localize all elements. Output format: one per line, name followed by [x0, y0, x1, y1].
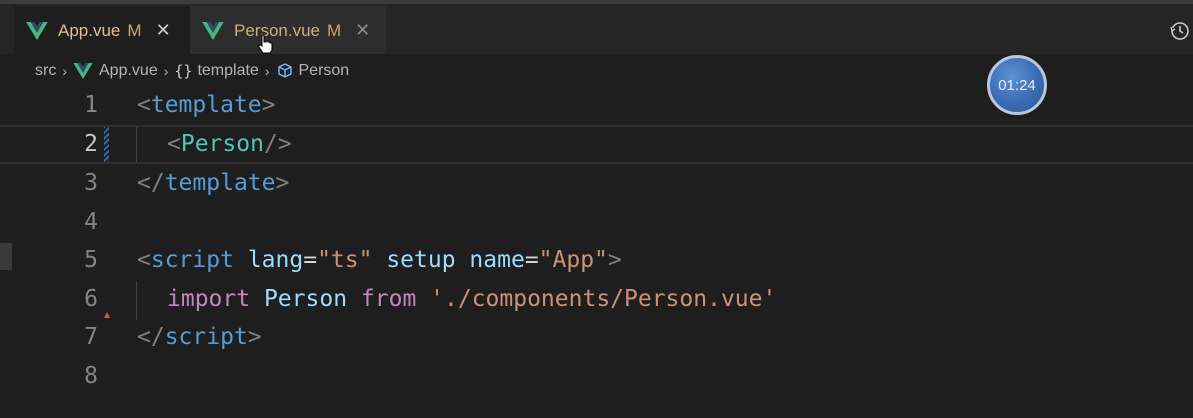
line-number: 2 — [84, 131, 98, 157]
chevron-right-icon: › — [62, 63, 67, 79]
vue-logo-icon — [26, 22, 48, 40]
code-line[interactable]: 5 <script lang="ts" setup name="App"> — [0, 241, 1193, 280]
breadcrumb-item-src[interactable]: src — [35, 62, 56, 80]
code-text: </template> — [137, 170, 290, 196]
code-line[interactable]: 4 — [0, 203, 1193, 242]
code-line[interactable]: 8 — [0, 357, 1193, 396]
line-number: 6 — [84, 286, 98, 312]
vue-logo-icon — [73, 63, 93, 79]
hand-cursor-icon — [258, 34, 273, 54]
breadcrumb-item-person[interactable]: Person — [276, 62, 350, 80]
tab-bar: App.vue M ✕ Person.vue M ✕ — [0, 0, 1193, 56]
code-line[interactable]: 6 import Person from './components/Perso… — [0, 280, 1193, 319]
modified-indicator: M — [327, 21, 342, 40]
code-editor[interactable]: 1 <template> 2 <Person/> 3 </template> 4… — [0, 86, 1193, 418]
breadcrumb-label: src — [35, 62, 57, 79]
vue-logo-icon — [202, 22, 224, 40]
tab-label: App.vue — [58, 21, 121, 40]
tab-label: Person.vue — [234, 21, 320, 40]
code-text: </script> — [137, 324, 262, 350]
chevron-right-icon: › — [163, 63, 169, 79]
history-icon[interactable] — [1169, 20, 1191, 42]
tab-app-vue[interactable]: App.vue M ✕ — [14, 6, 190, 56]
code-line[interactable]: 7 </script> — [0, 318, 1193, 357]
code-text: import Person from './components/Person.… — [167, 286, 777, 312]
line-number: 8 — [84, 363, 98, 389]
braces-icon: {} — [174, 62, 193, 80]
modified-indicator: M — [127, 21, 142, 40]
line-number: 5 — [84, 247, 98, 273]
code-text: <Person/> — [167, 131, 292, 157]
line-number: 4 — [84, 209, 98, 235]
code-text: <script lang="ts" setup name="App"> — [137, 247, 622, 273]
breadcrumb-label: Person — [298, 62, 350, 79]
code-line[interactable]: 1 <template> — [0, 86, 1193, 125]
breadcrumb-label: App.vue — [99, 62, 158, 79]
code-line-current[interactable]: 2 <Person/> — [0, 125, 1193, 164]
code-text: <template> — [137, 92, 276, 118]
breadcrumb-label: template — [197, 62, 259, 79]
close-icon[interactable]: ✕ — [355, 22, 370, 40]
breadcrumb-item-template[interactable]: {} template — [174, 62, 258, 80]
component-cube-icon — [277, 63, 292, 78]
line-number: 1 — [84, 92, 98, 118]
close-icon[interactable]: ✕ — [156, 22, 171, 40]
chevron-right-icon: › — [264, 63, 270, 79]
line-number: 7 — [84, 324, 98, 350]
code-line[interactable]: 3 </template> — [0, 164, 1193, 203]
code-editor-window: App.vue M ✕ Person.vue M ✕ src › App.vue… — [0, 0, 1193, 418]
tab-person-vue[interactable]: Person.vue M ✕ — [190, 6, 386, 56]
line-number: 3 — [84, 170, 98, 196]
breadcrumb-item-app-vue[interactable]: App.vue — [73, 62, 158, 80]
